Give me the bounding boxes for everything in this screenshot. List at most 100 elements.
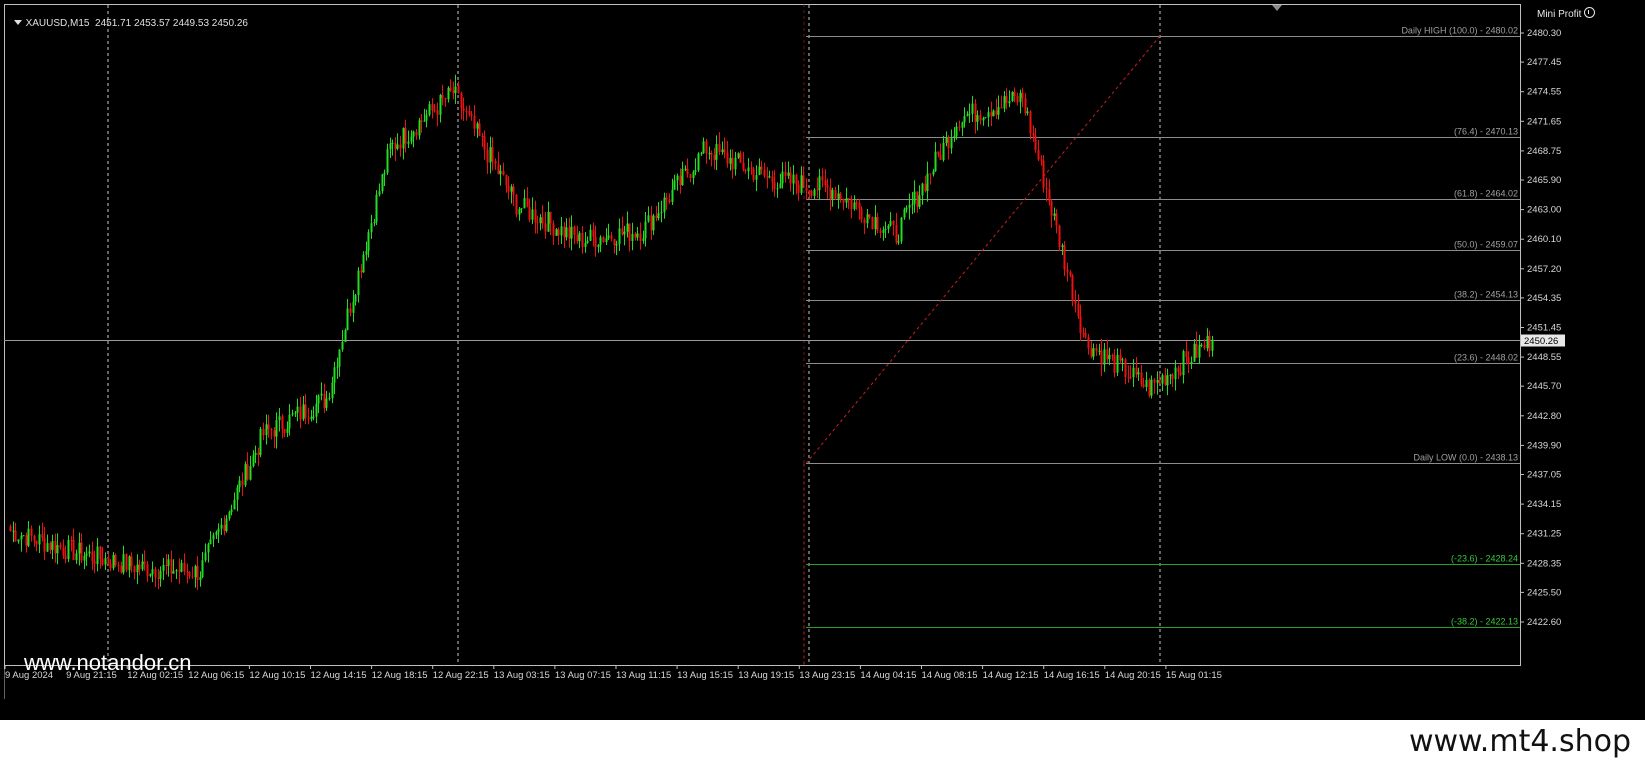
candle-body — [1200, 344, 1203, 346]
candle-body — [415, 131, 418, 136]
candle-body — [742, 162, 745, 170]
candle-body — [386, 149, 389, 173]
candle-body — [433, 110, 436, 112]
candle-body — [183, 562, 186, 572]
candle-body — [344, 330, 347, 342]
candle-body — [228, 512, 231, 519]
candle-body — [876, 217, 879, 231]
fib-level-label: Daily HIGH (100.0) - 2480.02 — [1401, 26, 1518, 36]
candle-body — [663, 197, 666, 213]
price-chart[interactable]: Daily HIGH (100.0) - 2480.02 (76.4) - 247… — [4, 4, 1599, 699]
candle-body — [808, 190, 811, 192]
candle-body — [760, 166, 763, 170]
dropdown-triangle-icon[interactable] — [13, 20, 22, 25]
candle-body — [510, 186, 513, 192]
candle-body — [117, 565, 120, 567]
candle-body — [1150, 379, 1153, 396]
info-icon[interactable] — [1584, 7, 1596, 18]
candle-body — [365, 250, 368, 255]
candle-body — [299, 406, 302, 420]
candle-body — [934, 151, 937, 172]
candle-body — [779, 183, 782, 189]
candle-body — [151, 569, 154, 575]
candle-body — [12, 530, 15, 532]
candle-body — [412, 131, 415, 137]
candle-body — [858, 202, 861, 209]
candle-body — [1111, 355, 1114, 357]
shift-marker-icon[interactable] — [1272, 5, 1282, 11]
candle-body — [990, 112, 993, 117]
candle-body — [541, 217, 544, 224]
candle-body — [207, 544, 210, 553]
candle-body — [560, 226, 563, 236]
time-tick-label: 14 Aug 04:15 — [860, 670, 916, 681]
candle-body — [971, 103, 974, 114]
candle-body — [871, 216, 874, 230]
price-tick-label: 2425.50 — [1527, 587, 1561, 598]
candle-body — [826, 185, 829, 188]
footer-banner: www.mt4.shop — [0, 720, 1645, 761]
candle-body — [895, 224, 898, 243]
candle-body — [138, 564, 141, 570]
mini-profit-indicator[interactable]: Mini Profit — [1537, 7, 1596, 20]
candle-body — [694, 170, 697, 172]
candle-body — [64, 555, 67, 560]
candle-body — [238, 480, 241, 488]
candle-body — [634, 233, 637, 238]
candle-body — [570, 226, 573, 239]
candle-body — [209, 539, 212, 545]
candle-body — [114, 555, 117, 566]
candle-body — [425, 114, 428, 121]
candle-body — [281, 416, 284, 430]
candle-body — [755, 175, 758, 180]
candle-body — [565, 227, 568, 238]
price-tick-label: 2457.20 — [1527, 264, 1561, 275]
candle-body — [1211, 339, 1214, 351]
candle-body — [1148, 379, 1151, 396]
candle-body — [331, 382, 334, 399]
candle-body — [984, 117, 987, 119]
candle-body — [887, 225, 890, 229]
candle-body — [1190, 361, 1193, 364]
candle-body — [1042, 160, 1045, 188]
candle-body — [1026, 111, 1029, 114]
candle-body — [505, 174, 508, 186]
candle-body — [418, 120, 421, 136]
candle-body — [325, 398, 328, 408]
candle-body — [684, 168, 687, 170]
candle-body — [647, 215, 650, 222]
candle-body — [457, 86, 460, 93]
candle-body — [204, 552, 207, 561]
candle-body — [1074, 300, 1077, 304]
candle-body — [795, 174, 798, 185]
candle-body — [394, 142, 397, 149]
candle-body — [1069, 271, 1072, 276]
candle-body — [750, 167, 753, 169]
candle-body — [739, 153, 742, 163]
candle-body — [563, 226, 566, 238]
fib-level-label: (38.2) - 2454.13 — [1454, 290, 1518, 300]
chart-window[interactable]: Daily HIGH (100.0) - 2480.02 (76.4) - 247… — [4, 4, 1599, 699]
candle-body — [157, 577, 160, 579]
time-tick-label: 14 Aug 20:15 — [1105, 670, 1161, 681]
candle-body — [230, 509, 233, 513]
candle-body — [217, 528, 220, 532]
candle-body — [628, 223, 631, 242]
fib-level-label: Daily LOW (0.0) - 2438.13 — [1413, 453, 1518, 463]
candle-body — [615, 244, 618, 246]
candle-body — [241, 480, 244, 486]
candle-body — [747, 167, 750, 172]
candle-body — [286, 428, 289, 433]
price-tick-label: 2431.25 — [1527, 529, 1561, 540]
candle-body — [1013, 91, 1016, 96]
candle-body — [1021, 92, 1024, 99]
time-tick-label: 14 Aug 16:15 — [1044, 670, 1100, 681]
candle-body — [766, 175, 769, 178]
candle-body — [523, 197, 526, 209]
candle-body — [889, 220, 892, 226]
candle-body — [515, 194, 518, 215]
candle-body — [370, 223, 373, 233]
candle-body — [1156, 380, 1159, 383]
candle-body — [784, 171, 787, 176]
candle-body — [578, 232, 581, 242]
